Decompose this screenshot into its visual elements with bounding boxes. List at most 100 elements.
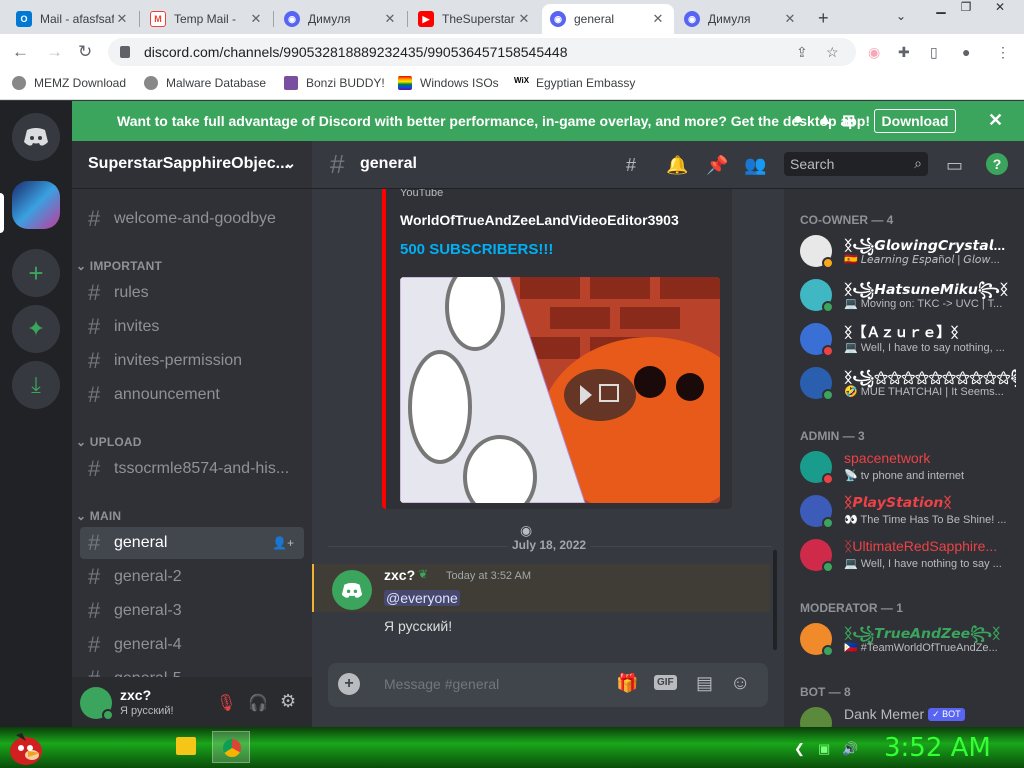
tab-youtube[interactable]: ▶ TheSuperstar ✕ xyxy=(410,4,540,34)
tab-mail[interactable]: O Mail - afasfsaf ✕ xyxy=(8,4,138,34)
member-admin-3[interactable]: ᛝUltimateRedSapphire... 💻 Well, I have n… xyxy=(792,533,1020,577)
omnibox[interactable]: discord.com/channels/990532818889232435/… xyxy=(108,38,856,66)
reload-icon[interactable]: ↻ xyxy=(78,42,92,62)
scrollbar[interactable] xyxy=(773,550,777,650)
start-button-angry-bird-icon[interactable] xyxy=(6,729,46,767)
chrome-taskbar-button[interactable] xyxy=(212,731,250,763)
member-co-owner-1[interactable]: ᛝ꧁𝙂𝙡𝙤𝙬𝙞𝙣𝙜𝘾𝙧𝙮𝙨𝙩𝙖𝙡... 🇪🇸 𝘓𝘦𝘢𝘳𝘯𝘪𝘯𝘨 𝘌𝘴𝘱𝘢ñ𝘰𝘭 … xyxy=(792,229,1020,273)
gif-icon[interactable]: GIF xyxy=(654,675,677,690)
mute-mic-icon[interactable]: 🎙 xyxy=(216,693,236,713)
volume-icon[interactable]: 🔊 xyxy=(842,741,858,757)
online-status-dot xyxy=(102,709,114,721)
download-button[interactable]: Download xyxy=(874,109,956,133)
channel-invites[interactable]: # invites xyxy=(80,311,304,343)
embed-author[interactable]: WorldOfTrueAndZeeLandVideoEditor3903 xyxy=(400,212,679,228)
search-input[interactable]: Search ⌕ xyxy=(784,152,928,176)
notification-bell-icon[interactable]: 🔔 xyxy=(666,155,688,176)
sticker-icon[interactable]: ▤ xyxy=(696,673,713,694)
message-input[interactable]: Message #general xyxy=(384,676,499,692)
category-important[interactable]: ⌄ IMPORTANT xyxy=(76,259,162,273)
channel-upload-1[interactable]: # tssocrmle8574-and-his... xyxy=(80,453,304,485)
bookmark-star-icon[interactable]: ☆ xyxy=(826,44,839,61)
network-icon[interactable]: ▣ xyxy=(818,741,830,757)
embed-title[interactable]: 500 SUBSCRIBERS!!! xyxy=(400,241,553,258)
channel-general-3[interactable]: # general-3 xyxy=(80,595,304,627)
extension-flag-icon[interactable]: ◉ xyxy=(868,44,880,61)
deafen-icon[interactable]: 🎧 xyxy=(248,693,268,713)
avatar[interactable] xyxy=(332,570,372,610)
embed-provider: YouTube xyxy=(400,189,444,199)
create-invite-icon[interactable]: 👤+ xyxy=(272,536,294,550)
help-icon[interactable]: ? xyxy=(986,153,1008,175)
member-admin-1[interactable]: spacenetwork 📡 tv phone and internet xyxy=(792,445,1020,489)
bookmark-windows-isos[interactable]: Windows ISOs xyxy=(398,76,499,90)
tab-general[interactable]: ◉ general ✕ xyxy=(542,4,674,34)
download-apps-icon[interactable]: ⤓ xyxy=(12,361,60,409)
mention-everyone[interactable]: @everyone xyxy=(384,590,460,606)
close-window-icon[interactable]: ✕ xyxy=(982,0,1018,20)
member-co-owner-4[interactable]: ᛝ꧁⚝⚝⚝⚝⚝⚝⚝⚝⚝⚝꧂ᛝ 🤣 MUE THATCHAI | It Seems… xyxy=(792,361,1020,405)
close-icon[interactable]: ✕ xyxy=(382,11,398,27)
url-text[interactable]: discord.com/channels/990532818889232435/… xyxy=(144,44,567,60)
bookmark-egyptian-embassy[interactable]: WiX Egyptian Embassy xyxy=(514,76,635,90)
category-label: MAIN xyxy=(89,509,122,523)
category-upload[interactable]: ⌄ UPLOAD xyxy=(76,435,142,449)
emoji-icon[interactable]: ☺ xyxy=(730,672,750,695)
channel-announcement[interactable]: # announcement xyxy=(80,379,304,411)
settings-gear-icon[interactable]: ⚙ xyxy=(280,691,296,712)
member-admin-2[interactable]: ᛝ𝙋𝙡𝙖𝙮𝙎𝙩𝙖𝙩𝙞𝙤𝙣ᛝ 👀 The Time Has To Be Shine… xyxy=(792,489,1020,533)
taskbar-clock[interactable]: 3:52 AM xyxy=(884,733,991,763)
profile-icon[interactable]: ● xyxy=(962,44,970,60)
new-tab-icon[interactable]: + xyxy=(818,8,829,29)
extensions-puzzle-icon[interactable]: ✚ xyxy=(898,44,910,61)
member-moderator-1[interactable]: ᛝ꧁𝙏𝙧𝙪𝙚𝘼𝙣𝙙𝙕𝙚𝙚꧂ᛝ 🇵🇭 #TeamWorldOfTrueAndZe.… xyxy=(792,617,1020,661)
tab-dimulya-2[interactable]: ◉ Димуля ✕ xyxy=(676,4,806,34)
tab-temp-mail[interactable]: M Temp Mail - ✕ xyxy=(142,4,272,34)
channel-general-4[interactable]: # general-4 xyxy=(80,629,304,661)
inbox-icon[interactable]: ▭ xyxy=(946,155,963,176)
message-author[interactable]: zxc? xyxy=(384,567,415,583)
tray-show-hidden-icon[interactable]: ❮ xyxy=(794,741,805,757)
member-list-icon[interactable]: 👥 xyxy=(744,155,766,176)
file-explorer-icon[interactable] xyxy=(176,737,196,755)
bookmark-malware-database[interactable]: Malware Database xyxy=(144,76,266,90)
attach-plus-icon[interactable]: + xyxy=(338,673,360,695)
bookmark-memz[interactable]: MEMZ Download xyxy=(12,76,126,90)
server-superstar-icon[interactable] xyxy=(12,181,60,229)
share-icon[interactable]: ⇪ xyxy=(796,44,808,61)
add-server-icon[interactable]: + xyxy=(12,249,60,297)
video-thumbnail[interactable] xyxy=(400,277,720,503)
back-icon[interactable]: ← xyxy=(12,42,29,62)
channel-rules[interactable]: # rules xyxy=(80,277,304,309)
close-banner-icon[interactable]: ✕ xyxy=(988,110,1003,131)
member-co-owner-3[interactable]: ᛝ【Ａｚｕｒｅ】ᛝ 💻 Well, I have to say nothing,… xyxy=(792,317,1020,361)
threads-icon[interactable]: # xyxy=(626,155,636,176)
server-header[interactable]: SuperstarSapphireObjec... ⌄ xyxy=(72,141,312,189)
close-icon[interactable]: ✕ xyxy=(114,11,130,27)
channel-welcome-and-goodbye[interactable]: # welcome-and-goodbye xyxy=(80,203,304,235)
channel-invites-permission[interactable]: # invites-permission xyxy=(80,345,304,377)
bookmark-bonzi-buddy[interactable]: Bonzi BUDDY! xyxy=(284,76,385,90)
close-icon[interactable]: ✕ xyxy=(516,11,532,27)
close-icon[interactable]: ✕ xyxy=(248,11,264,27)
member-co-owner-2[interactable]: ᛝ꧁𝙃𝙖𝙩𝙨𝙪𝙣𝙚𝙈𝙞𝙠𝙪꧂ᛝ 💻 Moving on: TKC -> UVC … xyxy=(792,273,1020,317)
message-highlighted[interactable]: zxc? ❦ Today at 3:52 AM @everyone xyxy=(312,564,770,612)
bot-name: Dank Memer xyxy=(844,706,925,722)
discord-home-icon[interactable] xyxy=(12,113,60,161)
channel-general-2[interactable]: # general-2 xyxy=(80,561,304,593)
explore-compass-icon[interactable]: ✦ xyxy=(12,305,60,353)
category-main[interactable]: ⌄ MAIN xyxy=(76,509,121,523)
restore-icon[interactable]: ❐ xyxy=(955,0,977,20)
gift-icon[interactable]: 🎁 xyxy=(616,673,638,694)
member-bot-1[interactable]: Dank Memer ✓ BOT xyxy=(792,701,1020,727)
forward-icon[interactable]: → xyxy=(46,42,63,62)
side-panel-icon[interactable]: ▯ xyxy=(930,44,938,61)
tab-search-icon[interactable]: ⌄ xyxy=(896,9,906,29)
pin-icon[interactable]: 📌 xyxy=(706,155,728,176)
tab-dimulya[interactable]: ◉ Димуля ✕ xyxy=(276,4,406,34)
menu-dots-icon[interactable]: ⋮ xyxy=(996,44,1010,61)
close-icon[interactable]: ✕ xyxy=(650,11,666,27)
close-icon[interactable]: ✕ xyxy=(782,11,798,27)
minimize-icon[interactable]: ▁ xyxy=(930,0,952,20)
channel-general[interactable]: # general 👤+ xyxy=(80,527,304,559)
